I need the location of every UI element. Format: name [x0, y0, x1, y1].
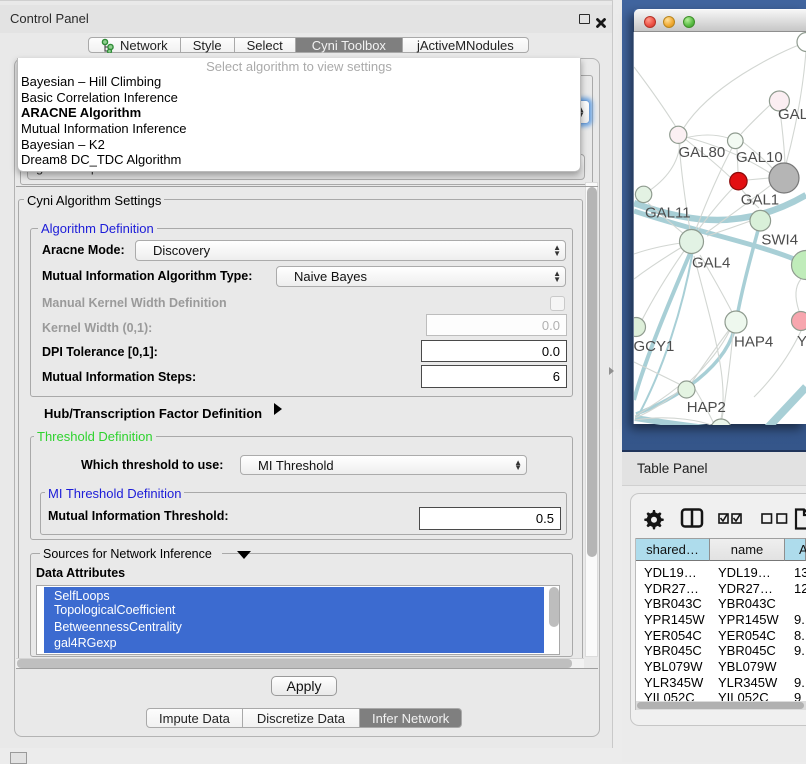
- svg-text:GAL4: GAL4: [692, 255, 730, 272]
- svg-text:SWI4: SWI4: [761, 232, 798, 249]
- svg-text:GAL2: GAL2: [778, 106, 806, 123]
- svg-text:GCY1: GCY1: [634, 338, 674, 355]
- svg-text:GAL80: GAL80: [679, 144, 726, 161]
- svg-text:GAL10: GAL10: [736, 149, 783, 166]
- svg-text:HAP2: HAP2: [687, 399, 726, 416]
- svg-text:GAL11: GAL11: [645, 204, 691, 221]
- svg-text:GAL1: GAL1: [741, 192, 779, 209]
- svg-text:Y: Y: [797, 333, 806, 350]
- svg-text:HAP4: HAP4: [734, 334, 773, 351]
